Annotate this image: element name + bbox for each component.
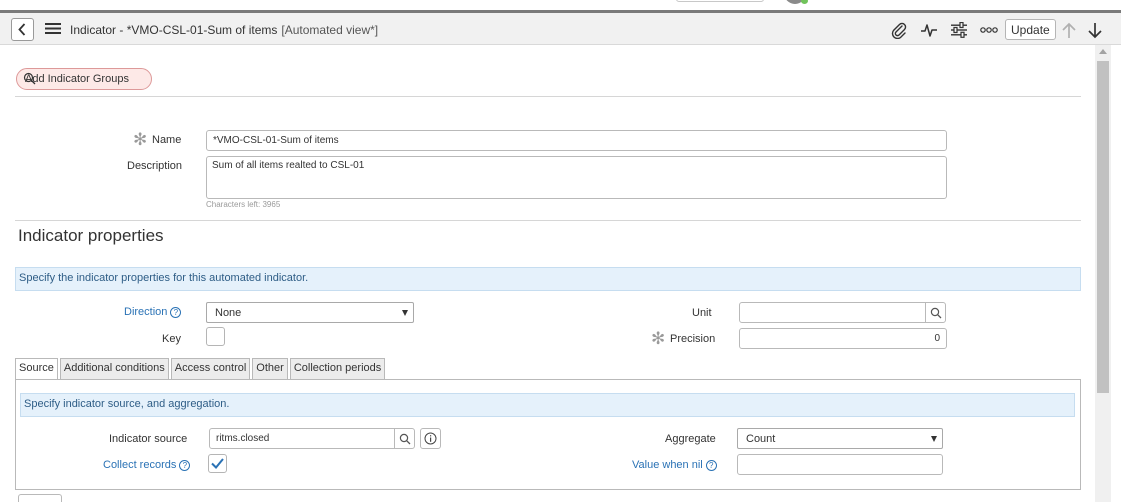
tab-source[interactable]: Source — [15, 358, 58, 381]
context-menu-button[interactable] — [45, 22, 61, 35]
unit-label: Unit — [692, 307, 712, 319]
view-name: [Automated view*] — [281, 23, 379, 37]
description-label: Description — [127, 160, 183, 172]
caret-down-icon — [402, 310, 408, 316]
form-tabs: Source Additional conditions Access cont… — [15, 358, 387, 381]
record-title: Indicator - *VMO-CSL-01-Sum of items — [70, 23, 278, 37]
help-icon[interactable]: ? — [170, 307, 182, 318]
tab-other[interactable]: Other — [252, 358, 288, 380]
form-header: Indicator - *VMO-CSL-01-Sum of items [Aut… — [0, 10, 1121, 45]
properties-info-banner: Specify the indicator properties for thi… — [15, 267, 1081, 291]
caret-down-icon — [931, 436, 937, 442]
section-title: Indicator properties — [18, 226, 164, 245]
more-icon — [980, 27, 998, 33]
mandatory-icon: ✻ — [651, 329, 666, 348]
direction-label[interactable]: Direction? — [124, 306, 182, 318]
arrow-down-icon — [1088, 22, 1102, 38]
unit-field[interactable] — [739, 302, 926, 323]
direction-value: None — [215, 307, 242, 319]
page-scrollbar[interactable] — [1095, 45, 1111, 502]
indicator-source-label: Indicator source — [109, 433, 188, 445]
aggregate-select[interactable]: Count — [737, 428, 943, 449]
next-record-button[interactable] — [1084, 20, 1106, 40]
collect-records-label[interactable]: Collect records? — [103, 459, 191, 471]
tab-access-control[interactable]: Access control — [170, 358, 251, 380]
checkmark-icon — [211, 458, 224, 469]
paperclip-icon — [891, 22, 907, 39]
activity-icon — [921, 24, 937, 37]
mandatory-icon: ✻ — [133, 130, 148, 149]
divider — [15, 220, 1081, 221]
value-when-nil-label-text: Value when nil — [632, 459, 703, 471]
name-field[interactable]: *VMO-CSL-01-Sum of items — [206, 130, 947, 151]
search-icon — [930, 307, 941, 318]
form-title: Indicator - *VMO-CSL-01-Sum of items [Aut… — [70, 23, 378, 37]
hamburger-icon — [45, 23, 61, 34]
name-label: Name — [152, 134, 182, 146]
characters-left: Characters left: 3965 — [206, 200, 281, 209]
sliders-icon — [951, 22, 967, 38]
precision-label: Precision — [670, 333, 716, 345]
presence-indicator — [801, 0, 808, 4]
description-field[interactable]: Sum of all items realted to CSL-01 — [206, 156, 947, 199]
collect-records-label-text: Collect records — [103, 459, 177, 471]
attachment-button[interactable] — [888, 20, 910, 40]
bottom-button[interactable] — [18, 494, 62, 502]
indicator-source-lookup-button[interactable] — [394, 428, 415, 449]
activity-stream-button[interactable] — [918, 20, 940, 40]
chevron-left-icon — [18, 23, 26, 36]
info-icon — [424, 432, 437, 445]
help-icon[interactable]: ? — [705, 460, 717, 471]
scroll-up-arrow[interactable] — [1099, 49, 1107, 54]
top-strip — [0, 0, 1121, 10]
divider — [15, 96, 1081, 97]
help-icon[interactable]: ? — [179, 460, 191, 471]
tab-additional-conditions[interactable]: Additional conditions — [59, 358, 169, 380]
personalize-form-button[interactable] — [948, 20, 970, 40]
direction-label-text: Direction — [124, 306, 168, 318]
direction-select[interactable]: None — [206, 302, 414, 323]
indicator-source-info-button[interactable] — [420, 428, 441, 449]
more-options-button[interactable] — [978, 20, 1000, 40]
update-button[interactable]: Update — [1005, 19, 1056, 40]
add-indicator-groups-label: Add Indicator Groups — [25, 73, 129, 85]
unit-lookup-button[interactable] — [925, 302, 946, 323]
arrow-up-icon — [1062, 22, 1076, 38]
aggregate-value: Count — [746, 433, 776, 445]
tab-collection-periods[interactable]: Collection periods — [289, 358, 386, 380]
source-info-banner: Specify indicator source, and aggregatio… — [20, 393, 1075, 417]
collect-records-checkbox[interactable] — [208, 454, 227, 473]
previous-record-button[interactable] — [1058, 20, 1080, 40]
value-when-nil-field[interactable] — [737, 454, 943, 475]
indicator-source-field[interactable]: ritms.closed — [209, 428, 395, 449]
precision-field[interactable]: 0 — [739, 328, 947, 349]
search-icon — [399, 433, 410, 444]
key-label: Key — [162, 333, 181, 345]
form-body: Add Indicator Groups ✻ Name *VMO-CSL-01-… — [0, 45, 1095, 502]
value-when-nil-label[interactable]: Value when nil? — [632, 459, 717, 471]
key-checkbox[interactable] — [206, 327, 225, 346]
aggregate-label: Aggregate — [665, 433, 716, 445]
add-indicator-groups-button[interactable]: Add Indicator Groups — [16, 68, 152, 90]
global-search-field[interactable] — [676, 0, 764, 2]
scrollbar-thumb[interactable] — [1097, 61, 1109, 393]
back-button[interactable] — [11, 18, 34, 41]
